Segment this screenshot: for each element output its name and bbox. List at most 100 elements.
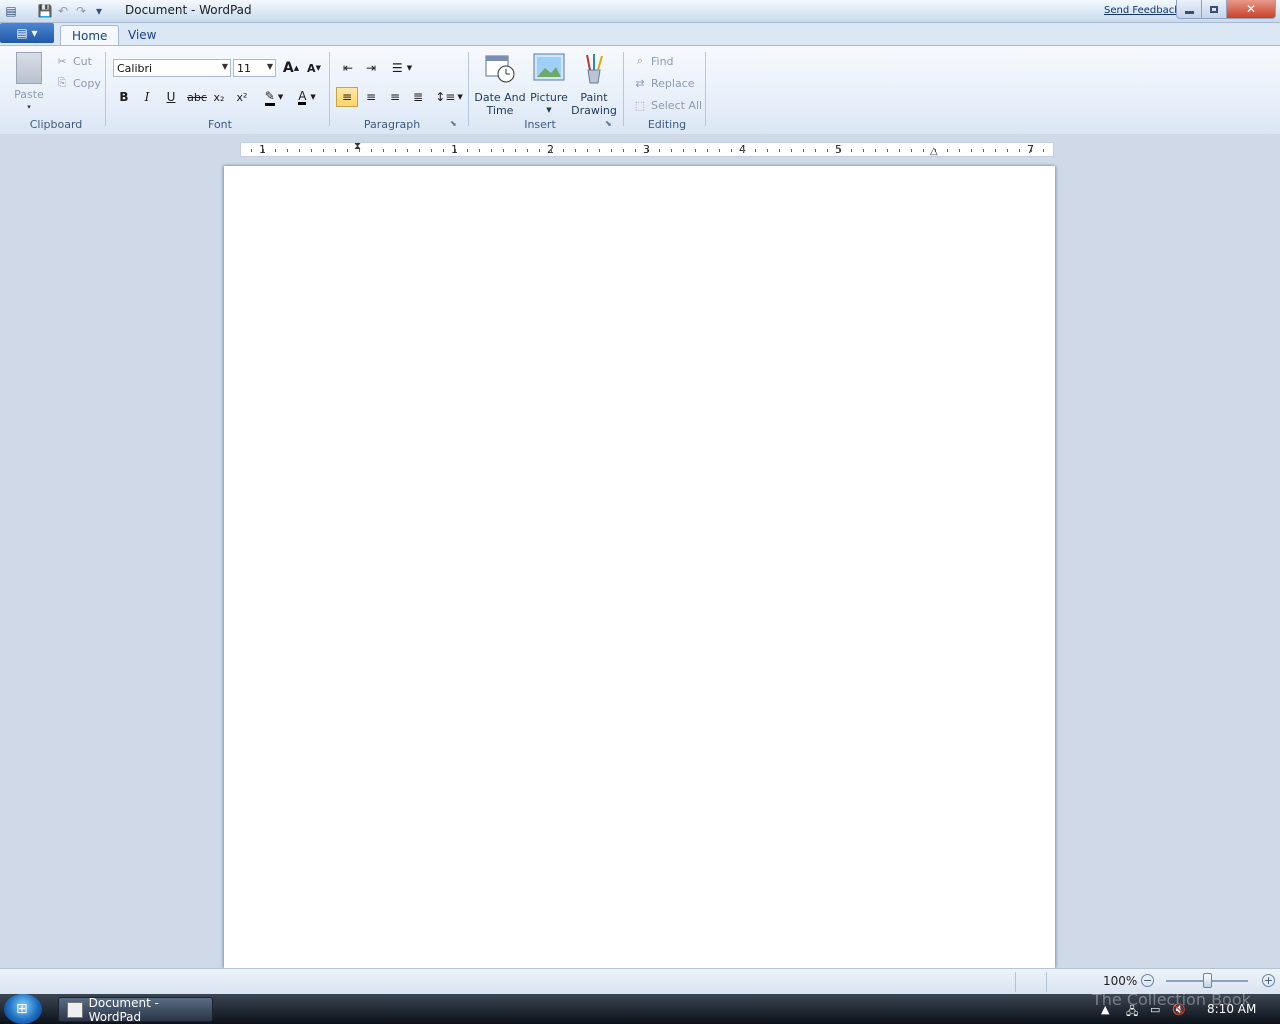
first-line-indent-marker[interactable]: ⧗: [354, 141, 361, 152]
replace-button[interactable]: ⇄ Replace: [632, 74, 694, 92]
paint-drawing-label-line1: Paint: [580, 91, 608, 104]
chevron-down-icon: ▼: [457, 93, 463, 101]
font-size-value: 11: [237, 61, 251, 75]
ruler-tick: [1043, 149, 1044, 152]
ruler-tick: [527, 149, 528, 152]
insert-dialog-launcher-icon[interactable]: ⬊: [605, 119, 612, 128]
action-center-icon[interactable]: ▭: [1150, 1003, 1160, 1016]
ruler-tick: [551, 149, 552, 152]
ruler-tick: [743, 149, 744, 152]
tab-view[interactable]: View: [117, 25, 167, 45]
italic-button[interactable]: I: [136, 87, 158, 107]
line-spacing-button[interactable]: ↕≡ ▼: [433, 87, 465, 107]
restore-button[interactable]: [1201, 0, 1227, 19]
document-page[interactable]: [224, 166, 1055, 968]
restore-icon: [1210, 5, 1218, 13]
chevron-down-icon: ▼: [406, 64, 413, 72]
document-menu-icon: ▤ ▾: [16, 26, 38, 40]
ruler-tick: [911, 149, 912, 152]
ruler-tick: [827, 149, 828, 152]
font-group-label: Font: [208, 118, 232, 131]
undo-icon[interactable]: ↶: [54, 3, 72, 19]
group-divider: [329, 52, 330, 126]
paragraph-dialog-launcher-icon[interactable]: ⬊: [450, 119, 457, 128]
close-button[interactable]: ✕: [1226, 0, 1276, 19]
decrease-indent-icon: ⇤: [342, 61, 354, 75]
network-icon[interactable]: 🖧: [1126, 1003, 1138, 1022]
bold-button[interactable]: B: [113, 87, 135, 107]
ruler-tick: [791, 149, 792, 152]
align-right-button[interactable]: ≡: [384, 87, 406, 107]
superscript-button[interactable]: x²: [231, 87, 253, 107]
ruler-tick: [419, 149, 420, 152]
align-left-button[interactable]: ≡: [336, 87, 358, 107]
application-menu-button[interactable]: ▤ ▾: [0, 23, 54, 43]
ruler-tick: [371, 149, 372, 152]
zoom-level[interactable]: 100%: [1103, 974, 1137, 988]
customize-qat-icon[interactable]: ▾: [90, 3, 108, 19]
bullet-list-button[interactable]: ☰ ▼: [385, 58, 419, 78]
select-all-label: Select All: [651, 98, 703, 112]
start-button[interactable]: ⊞: [4, 994, 42, 1024]
underline-button[interactable]: U: [160, 87, 182, 107]
ruler-tick: [443, 149, 444, 152]
select-all-button[interactable]: ⬚ Select All: [632, 96, 702, 114]
send-feedback-link[interactable]: Send Feedback: [1104, 5, 1180, 16]
cut-button[interactable]: ✂ Cut: [54, 52, 92, 70]
font-size-combo[interactable]: 11 ▼: [233, 59, 276, 77]
taskbar-item-wordpad[interactable]: Document - WordPad: [58, 996, 213, 1024]
show-hidden-icons-icon[interactable]: ▲: [1101, 1003, 1109, 1016]
redo-icon[interactable]: ↷: [72, 3, 90, 19]
ribbon-tab-row: [0, 23, 1280, 45]
app-icon[interactable]: ▤: [2, 3, 20, 19]
paragraph-group-label: Paragraph: [363, 118, 421, 131]
tab-home[interactable]: Home: [60, 25, 120, 46]
increase-indent-button[interactable]: ⇥: [360, 58, 382, 78]
find-button[interactable]: ⌕ Find: [632, 52, 674, 70]
align-center-button[interactable]: ≡: [360, 87, 382, 107]
zoom-in-button[interactable]: +: [1262, 974, 1275, 987]
font-family-combo[interactable]: Calibri ▼: [113, 59, 231, 77]
windows-logo-icon: ⊞: [16, 1001, 28, 1017]
save-icon[interactable]: 💾: [36, 3, 54, 19]
align-right-icon: ≡: [389, 90, 401, 104]
select-all-icon: ⬚: [634, 98, 646, 112]
paint-drawing-button[interactable]: Paint Drawing: [570, 52, 618, 117]
picture-button[interactable]: Picture ▼: [529, 52, 569, 117]
date-time-button[interactable]: Date And Time: [474, 52, 526, 117]
ruler-tick: [839, 149, 840, 152]
subscript-icon: x₂: [213, 90, 225, 104]
ruler[interactable]: 1 1 2 3 4 5 7 ⧗ △: [240, 141, 1054, 157]
shrink-font-button[interactable]: A ▼: [303, 58, 325, 78]
paste-label: Paste: [14, 88, 44, 101]
highlighter-icon: ✎: [264, 89, 275, 106]
subscript-button[interactable]: x₂: [208, 87, 230, 107]
ruler-tick: [467, 149, 468, 152]
ruler-tick: [515, 149, 516, 152]
clock[interactable]: 8:10 AM: [1207, 1002, 1256, 1016]
chevron-down-icon: ▼: [310, 93, 316, 101]
ruler-tick: [311, 149, 312, 152]
ruler-tick: [347, 149, 348, 152]
copy-button[interactable]: ⎘ Copy: [54, 74, 101, 92]
strikethrough-button[interactable]: abc: [184, 87, 210, 107]
highlight-color-button[interactable]: ✎ ▼: [257, 87, 291, 107]
zoom-slider-thumb[interactable]: [1203, 973, 1212, 988]
justify-button[interactable]: ≣: [407, 87, 429, 107]
right-indent-marker[interactable]: △: [930, 146, 938, 157]
ruler-tick: [395, 149, 396, 152]
wordpad-icon: [67, 1001, 83, 1018]
date-time-label-line1: Date And: [474, 91, 526, 104]
increase-indent-icon: ⇥: [365, 61, 377, 75]
decrease-indent-button[interactable]: ⇤: [337, 58, 359, 78]
align-left-icon: ≡: [341, 90, 353, 104]
zoom-out-button[interactable]: −: [1141, 974, 1154, 987]
paste-button[interactable]: Paste ▾: [10, 52, 48, 114]
volume-muted-icon[interactable]: 🔇: [1172, 1003, 1186, 1016]
group-divider: [105, 52, 106, 126]
replace-icon: ⇄: [635, 76, 645, 90]
text-color-button[interactable]: A ▼: [291, 87, 323, 107]
grow-font-icon: A: [282, 60, 294, 76]
minimize-button[interactable]: [1176, 0, 1202, 19]
grow-font-button[interactable]: A ▲: [280, 58, 302, 78]
